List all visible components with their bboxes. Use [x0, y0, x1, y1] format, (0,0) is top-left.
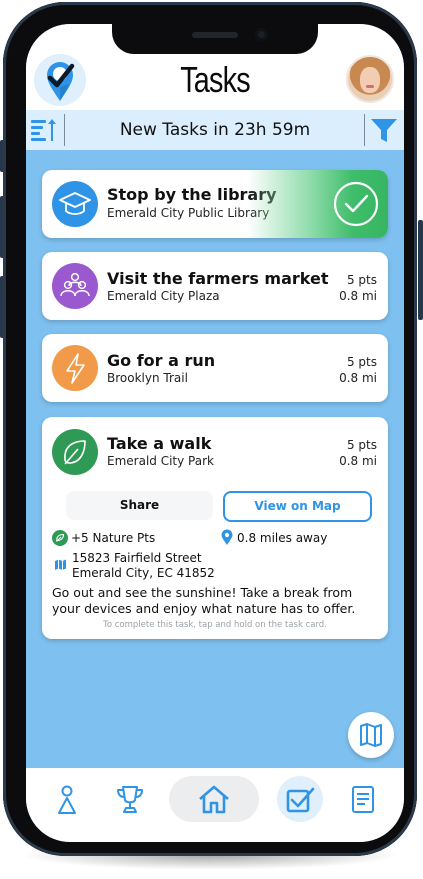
task-distance: 0.8 mi [339, 454, 377, 468]
checkbox-icon[interactable] [283, 782, 317, 816]
countdown-text: New Tasks in 23h 59m [119, 120, 311, 140]
nature-points: +5 Nature Pts [71, 531, 156, 545]
task-hint: To complete this task, tap and hold on t… [103, 620, 327, 630]
miles-away: 0.8 miles away [237, 531, 328, 545]
task-distance: 0.8 mi [339, 371, 377, 385]
leaf-badge-icon [52, 530, 68, 546]
share-button[interactable]: Share [66, 491, 213, 520]
task-location: Brooklyn Trail [107, 371, 188, 385]
front-camera [255, 28, 268, 41]
lightning-bolt-icon [52, 345, 98, 391]
address-line-1: 15823 Fairfield Street [72, 551, 202, 565]
document-icon[interactable] [346, 782, 380, 816]
person-icon[interactable] [50, 782, 84, 816]
user-avatar[interactable] [346, 55, 394, 103]
bottom-nav [26, 768, 404, 842]
leaf-icon [52, 429, 98, 475]
notch [112, 24, 318, 54]
task-location: Emerald City Park [107, 454, 214, 468]
home-icon[interactable] [197, 782, 231, 816]
page-title: Tasks [180, 59, 250, 100]
sort-icon[interactable] [30, 116, 60, 144]
map-button[interactable] [348, 712, 394, 758]
task-card[interactable]: Go for a run Brooklyn Trail 5 pts 0.8 mi [42, 334, 388, 402]
view-on-map-button[interactable]: View on Map [223, 491, 372, 522]
avatar-face [360, 67, 380, 93]
filter-icon[interactable] [369, 116, 399, 144]
speaker [192, 32, 238, 38]
countdown-bar: New Tasks in 23h 59m [26, 110, 404, 150]
task-description: Go out and see the sunshine! Take a brea… [52, 585, 356, 616]
divider [364, 114, 365, 146]
task-name: Take a walk [107, 434, 212, 453]
address-line-2: Emerald City, EC 41852 [72, 566, 215, 580]
map-icon [360, 723, 382, 747]
task-card[interactable]: Visit the farmers market Emerald City Pl… [42, 252, 388, 320]
divider [64, 114, 65, 146]
task-points: 5 pts [346, 355, 377, 369]
check-circle-icon [332, 180, 380, 228]
map-marker-icon [54, 556, 67, 570]
task-points: 5 pts [346, 438, 377, 452]
graduation-cap-icon [52, 181, 98, 227]
task-distance: 0.8 mi [339, 289, 377, 303]
task-location: Emerald City Public Library [107, 206, 270, 220]
task-points: 5 pts [346, 273, 377, 287]
task-name: Visit the farmers market [107, 269, 329, 288]
location-pin-icon [220, 529, 234, 546]
people-group-icon [52, 263, 98, 309]
task-card[interactable]: Stop by the library Emerald City Public … [42, 170, 388, 238]
phone-frame: Tasks New Tasks in 23h 59m Stop by the l… [3, 2, 417, 856]
side-button [418, 220, 423, 320]
task-location: Emerald City Plaza [107, 289, 220, 303]
task-card-expanded[interactable]: Take a walk Emerald City Park 5 pts 0.8 … [42, 417, 388, 639]
avatar-lips [366, 85, 374, 88]
trophy-icon[interactable] [113, 782, 147, 816]
app-screen: Tasks New Tasks in 23h 59m Stop by the l… [26, 24, 404, 842]
task-name: Go for a run [107, 351, 216, 370]
